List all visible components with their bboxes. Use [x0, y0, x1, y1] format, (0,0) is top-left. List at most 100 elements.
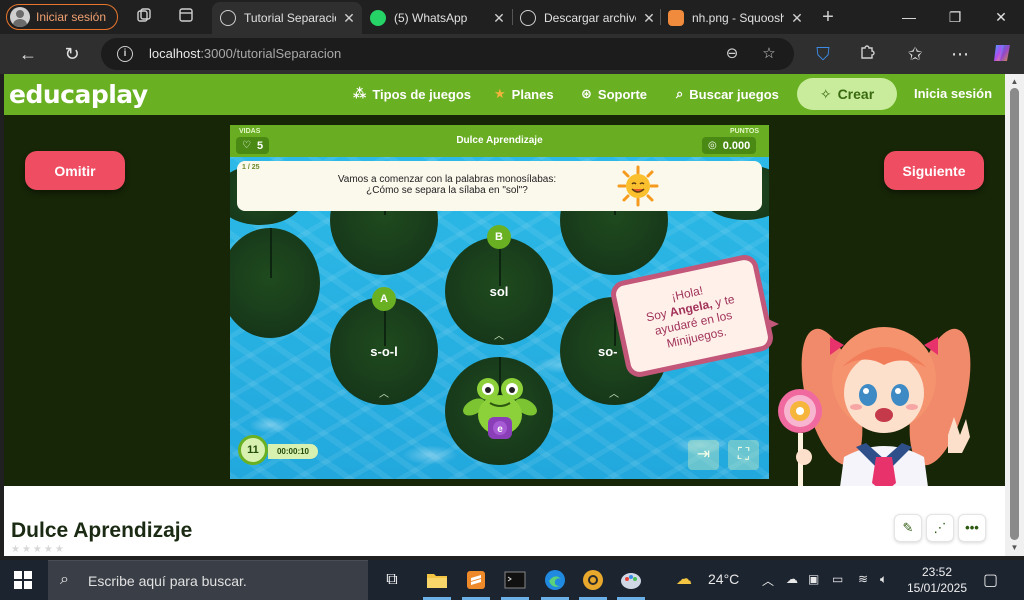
extensions-icon[interactable] — [855, 42, 879, 66]
refresh-icon[interactable]: ↻ — [60, 42, 84, 66]
close-icon[interactable]: ✕ — [492, 10, 506, 27]
restore-icon[interactable]: ❐ — [932, 0, 978, 34]
onedrive-icon[interactable]: ☁ — [786, 572, 798, 586]
chrome-canary-icon[interactable] — [575, 564, 611, 600]
game-header-title: Dulce Aprendizaje — [456, 135, 543, 146]
heart-icon: ♡ — [242, 140, 251, 151]
nav-support[interactable]: ⊛ Soporte — [581, 86, 647, 102]
file-explorer-icon[interactable] — [419, 564, 455, 600]
shield-icon[interactable]: ⛉ — [811, 42, 835, 66]
profile-button[interactable]: Iniciar sesión — [6, 4, 118, 30]
magic-wand-icon: ✧ — [819, 85, 832, 102]
back-icon[interactable]: ← — [16, 42, 40, 66]
star-icon: ★ — [494, 86, 506, 101]
wifi-icon[interactable]: ≋ — [858, 572, 868, 586]
game-info-bar: Dulce Aprendizaje ★★★★★ ✎ ⋰ ••• — [4, 486, 1005, 556]
web-page: educaplay ⁂ Tipos de juegos ★ Planes ⊛ S… — [4, 74, 1005, 556]
taskbar-search-box[interactable]: ⌕ Escribe aquí para buscar. — [48, 560, 368, 600]
weather-icon[interactable]: ☁ — [676, 569, 692, 589]
scroll-up-icon[interactable]: ▲ — [1009, 76, 1020, 87]
globe-icon — [220, 10, 236, 26]
favorites-icon[interactable]: ✩ — [903, 42, 927, 66]
site-header: educaplay ⁂ Tipos de juegos ★ Planes ⊛ S… — [4, 74, 1005, 115]
tab-squoosh[interactable]: nh.png - Squoosh ✕ — [660, 2, 810, 34]
whatsapp-icon — [370, 10, 386, 26]
minimize-icon[interactable]: — — [886, 0, 932, 34]
task-view-icon[interactable]: ⧉ — [374, 564, 410, 596]
question-counter: 1 / 25 — [242, 164, 260, 171]
nav-game-types[interactable]: ⁂ Tipos de juegos — [353, 86, 471, 102]
scroll-down-icon[interactable]: ▼ — [1009, 542, 1020, 553]
edge-browser-icon[interactable] — [537, 564, 573, 600]
copilot-icon[interactable] — [990, 42, 1014, 66]
terminal-icon[interactable] — [497, 564, 533, 600]
exit-icon[interactable]: ⇥ — [688, 440, 719, 470]
windows-start-icon[interactable] — [14, 571, 32, 589]
game-title: Dulce Aprendizaje — [11, 519, 193, 542]
coin-icon: ◎ — [708, 140, 717, 151]
search-icon: ⌕ — [60, 571, 69, 588]
share-icon[interactable]: ⋰ — [926, 514, 954, 542]
close-icon[interactable]: ✕ — [342, 10, 356, 27]
battery-icon[interactable]: ▭ — [832, 572, 843, 586]
create-button[interactable]: ✧ Crear — [797, 78, 897, 110]
game-types-icon: ⁂ — [353, 86, 367, 101]
rating-stars[interactable]: ★★★★★ — [11, 544, 66, 555]
zoom-icon[interactable]: ⊖ — [722, 44, 742, 64]
notifications-icon[interactable]: ▢ — [983, 570, 998, 590]
paint-icon[interactable] — [613, 564, 649, 600]
login-link[interactable]: Inicia sesión — [914, 86, 992, 101]
site-info-icon[interactable]: i — [117, 46, 133, 62]
option-text: sol — [489, 284, 509, 299]
sun-icon — [617, 165, 659, 207]
page-scrollbar[interactable]: ▲ ▼ — [1005, 74, 1024, 556]
profile-label: Iniciar sesión — [36, 10, 107, 24]
option-pad-b[interactable]: sol ︿ — [445, 237, 553, 345]
timer-count: 11 — [238, 435, 268, 465]
scrollbar-thumb[interactable] — [1010, 88, 1019, 540]
question-text: Vamos a comenzar con la palabras monosíl… — [337, 174, 557, 196]
tab-actions-icon[interactable] — [176, 7, 196, 27]
nav-plans[interactable]: ★ Planes — [494, 86, 554, 102]
windows-taskbar: ⌕ Escribe aquí para buscar. ⧉ ☁ 24°C ︿ ☁… — [0, 560, 1024, 600]
chevron-up-icon[interactable]: ︿ — [762, 572, 774, 589]
tab-tutorial[interactable]: Tutorial Separación ✕ — [212, 2, 362, 34]
close-icon[interactable]: ✕ — [790, 10, 804, 27]
fullscreen-icon[interactable]: ⛶ — [728, 440, 759, 470]
tab-download[interactable]: Descargar archivo ✕ — [512, 2, 662, 34]
nav-search-games[interactable]: ⌕ Buscar juegos — [676, 86, 779, 102]
url-text[interactable]: localhost:3000/tutorialSeparacion — [149, 46, 341, 61]
more-options-icon[interactable]: ⋯ — [948, 42, 972, 66]
volume-icon[interactable]: 🔈︎ — [880, 572, 887, 587]
more-icon[interactable]: ••• — [958, 514, 986, 542]
sublime-text-icon[interactable] — [458, 564, 494, 600]
lives-label: VIDAS — [239, 128, 261, 135]
support-icon: ⊛ — [581, 86, 592, 101]
address-bar[interactable]: i localhost:3000/tutorialSeparacion ⊖ ☆ — [101, 38, 794, 70]
tab-title: nh.png - Squoosh — [692, 11, 784, 25]
tab-title: Descargar archivo — [544, 11, 636, 25]
next-button[interactable]: Siguiente — [884, 151, 984, 190]
close-window-icon[interactable]: ✕ — [978, 0, 1024, 34]
new-tab-icon[interactable]: + — [818, 7, 838, 27]
svg-text:e: e — [497, 424, 503, 435]
educaplay-logo[interactable]: educaplay — [9, 80, 148, 109]
skip-button[interactable]: Omitir — [25, 151, 125, 190]
option-pad-a[interactable]: s-o-l ︿ — [330, 297, 438, 405]
tab-whatsapp[interactable]: (5) WhatsApp ✕ — [362, 2, 512, 34]
chevron-up-icon: ︿ — [609, 389, 619, 400]
navigation-bar: ← ↻ i localhost:3000/tutorialSeparacion … — [0, 34, 1024, 74]
chevron-up-icon: ︿ — [379, 389, 389, 400]
globe-icon — [520, 10, 536, 26]
system-clock[interactable]: 23:52 15/01/2025 — [902, 564, 972, 596]
edit-icon[interactable]: ✎ — [894, 514, 922, 542]
avatar — [10, 7, 30, 27]
close-icon[interactable]: ✕ — [642, 10, 656, 27]
speech-bubble-text: ¡Hola! Soy Angela, y te ayudaré en los M… — [644, 283, 736, 351]
temperature[interactable]: 24°C — [708, 571, 739, 587]
tab-title: (5) WhatsApp — [394, 11, 468, 25]
workspaces-icon[interactable] — [134, 7, 154, 27]
favorite-star-icon[interactable]: ☆ — [759, 44, 779, 64]
security-icon[interactable]: ▣ — [808, 572, 819, 586]
option-text: s-o-l — [370, 344, 398, 359]
